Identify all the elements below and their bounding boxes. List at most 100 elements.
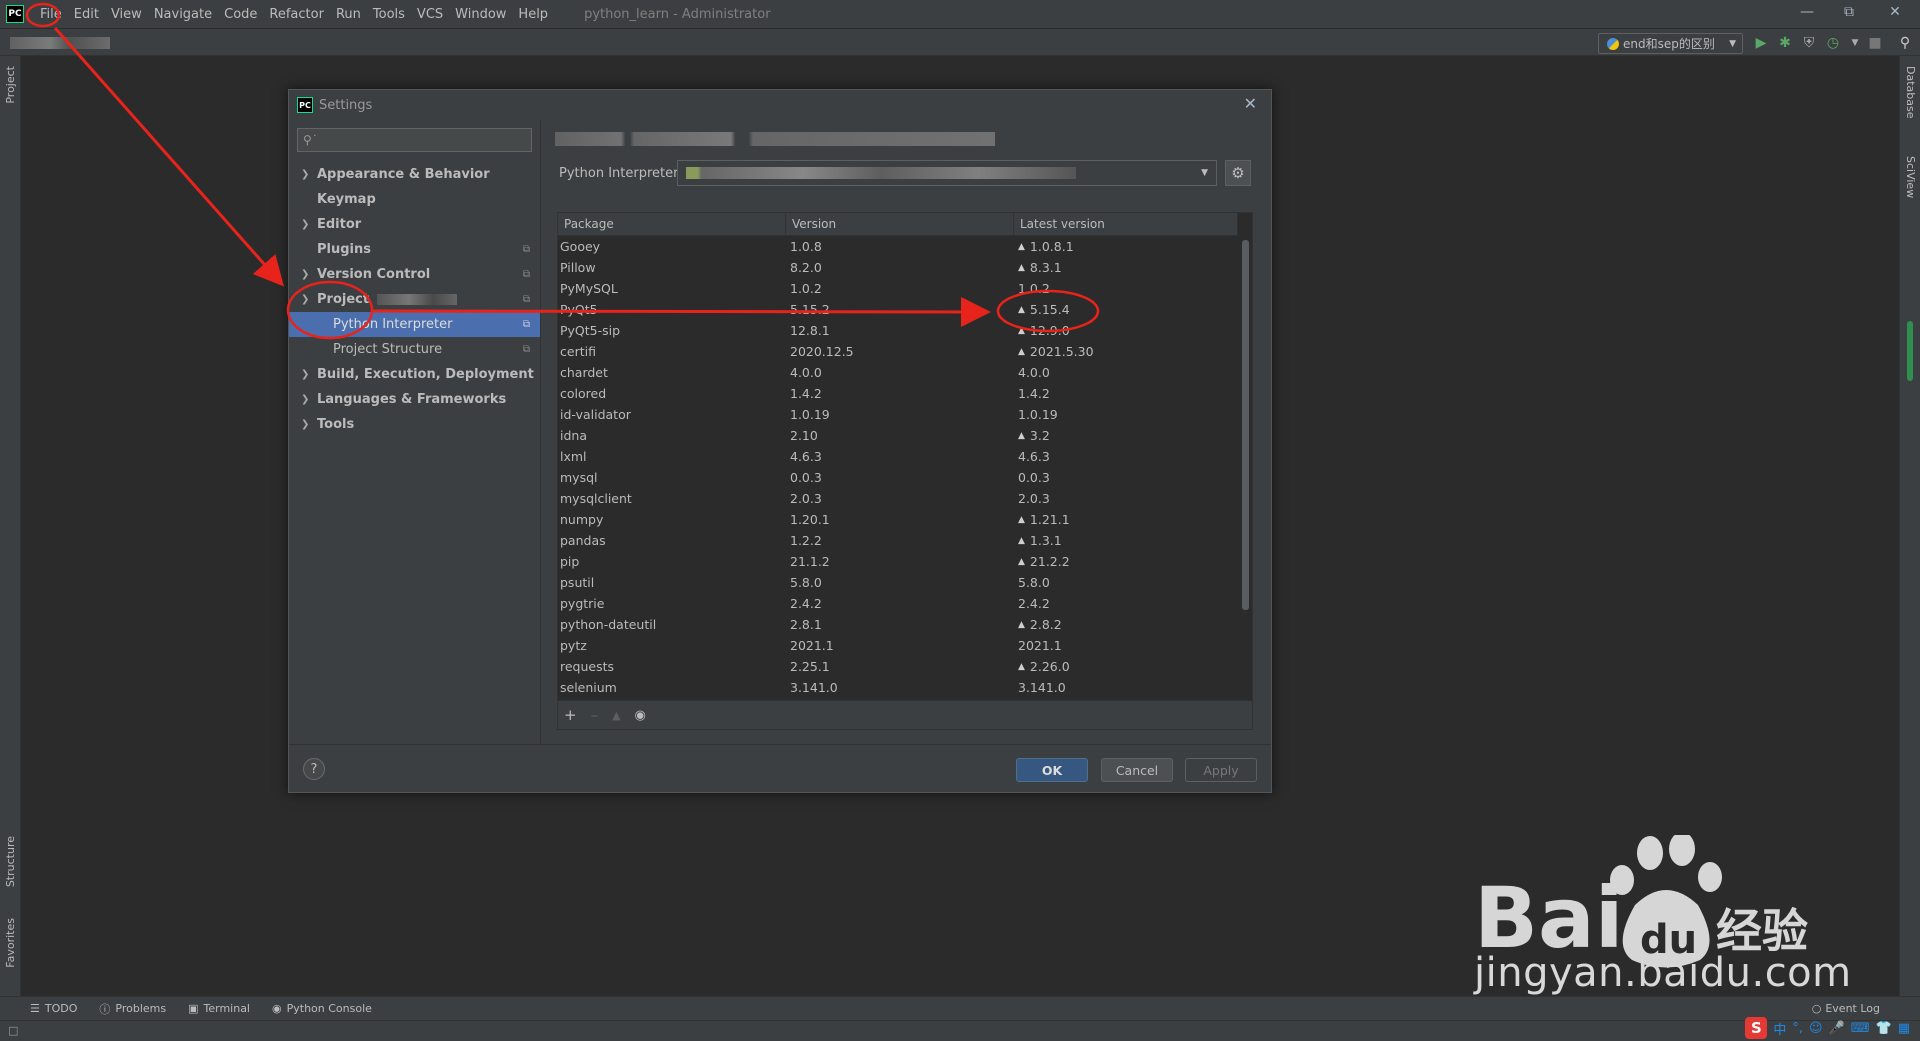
table-row[interactable]: mysqlclient 2.0.3 2.0.3 <box>558 488 1238 509</box>
menu-file[interactable]: File <box>34 7 68 22</box>
tree-item-build[interactable]: ❯ Build, Execution, Deployment <box>289 362 540 387</box>
debug-icon[interactable]: ✱ <box>1776 34 1794 52</box>
tree-item-editor[interactable]: ❯ Editor <box>289 212 540 237</box>
scrollbar-thumb[interactable] <box>1242 240 1249 610</box>
table-row[interactable]: pytz 2021.1 2021.1 <box>558 635 1238 656</box>
table-row[interactable]: pygtrie 2.4.2 2.4.2 <box>558 593 1238 614</box>
table-row[interactable]: pandas 1.2.2 ▲ 1.3.1 <box>558 530 1238 551</box>
tree-item-languages[interactable]: ❯ Languages & Frameworks <box>289 387 540 412</box>
table-row[interactable]: selenium 3.141.0 3.141.0 <box>558 677 1238 698</box>
tool-tab-todo[interactable]: ☰ TODO <box>30 1002 77 1015</box>
punctuation-icon[interactable]: °, <box>1792 1021 1803 1036</box>
tree-item-project[interactable]: ❯ Project ⧉ <box>289 287 540 312</box>
tree-item-plugins[interactable]: Plugins ⧉ <box>289 237 540 262</box>
table-row[interactable]: numpy 1.20.1 ▲ 1.21.1 <box>558 509 1238 530</box>
column-header-latest[interactable]: Latest version <box>1014 213 1238 235</box>
minimize-icon[interactable]: — <box>1792 4 1822 20</box>
package-version-cell: 2.4.2 <box>790 596 822 611</box>
package-latest-cell: 1.4.2 <box>1014 383 1238 404</box>
package-version-cell: 1.4.2 <box>790 386 822 401</box>
settings-search-input[interactable]: ⚲˙ <box>297 128 532 152</box>
tree-item-keymap[interactable]: Keymap <box>289 187 540 212</box>
table-row[interactable]: chardet 4.0.0 4.0.0 <box>558 362 1238 383</box>
keyboard-icon[interactable]: ⌨ <box>1851 1021 1870 1036</box>
menu-vcs[interactable]: VCS <box>411 7 449 22</box>
table-row[interactable]: Gooey 1.0.8 ▲ 1.0.8.1 <box>558 236 1238 257</box>
toolbox-icon[interactable]: ▦ <box>1898 1021 1910 1036</box>
tool-tab-sciview[interactable]: SciView <box>1904 156 1917 198</box>
tool-tab-problems[interactable]: ⓘ Problems <box>99 1001 166 1017</box>
interpreter-select[interactable]: ▼ <box>677 160 1217 186</box>
watermark-url: jingyan.baidu.com <box>1474 950 1852 996</box>
column-header-version[interactable]: Version <box>786 213 1014 235</box>
skin-icon[interactable]: 👕 <box>1876 1021 1892 1036</box>
dialog-title-bar[interactable]: PC Settings ✕ <box>289 90 1271 120</box>
table-row[interactable]: psutil 5.8.0 5.8.0 <box>558 572 1238 593</box>
remove-package-icon[interactable]: – <box>591 706 599 724</box>
table-row[interactable]: colored 1.4.2 1.4.2 <box>558 383 1238 404</box>
cancel-button[interactable]: Cancel <box>1101 758 1173 782</box>
menu-tools[interactable]: Tools <box>367 7 411 22</box>
close-icon[interactable]: ✕ <box>1244 94 1257 113</box>
column-header-package[interactable]: Package <box>558 213 786 235</box>
menu-help[interactable]: Help <box>512 7 554 22</box>
stop-icon[interactable]: ■ <box>1866 34 1884 52</box>
tool-tab-favorites[interactable]: Favorites <box>4 918 17 968</box>
table-row[interactable]: mysql 0.0.3 0.0.3 <box>558 467 1238 488</box>
table-row[interactable]: PyQt5 5.15.2 ▲ 5.15.4 <box>558 299 1238 320</box>
menu-window[interactable]: Window <box>449 7 512 22</box>
tree-item-tools[interactable]: ❯ Tools <box>289 412 540 437</box>
table-row[interactable]: id-validator 1.0.19 1.0.19 <box>558 404 1238 425</box>
coverage-icon[interactable]: ⛨ <box>1800 34 1818 52</box>
table-row[interactable]: Pillow 8.2.0 ▲ 8.3.1 <box>558 257 1238 278</box>
table-row[interactable]: pip 21.1.2 ▲ 21.2.2 <box>558 551 1238 572</box>
tree-item-version-control[interactable]: ❯ Version Control ⧉ <box>289 262 540 287</box>
tool-tab-python-console[interactable]: ◉ Python Console <box>272 1002 372 1015</box>
menu-run[interactable]: Run <box>330 7 367 22</box>
table-row[interactable]: requests 2.25.1 ▲ 2.26.0 <box>558 656 1238 677</box>
tree-item-appearance[interactable]: ❯ Appearance & Behavior <box>289 162 540 187</box>
tree-item-project-structure[interactable]: Project Structure ⧉ <box>289 337 540 362</box>
table-row[interactable]: python-dateutil 2.8.1 ▲ 2.8.2 <box>558 614 1238 635</box>
profile-icon[interactable]: ◷ <box>1824 34 1842 52</box>
apply-button[interactable]: Apply <box>1185 758 1257 782</box>
todo-label: TODO <box>44 1002 78 1015</box>
table-row[interactable]: PyMySQL 1.0.2 1.0.2 <box>558 278 1238 299</box>
tree-item-python-interpreter[interactable]: Python Interpreter ⧉ <box>289 312 540 337</box>
tool-tab-database[interactable]: Database <box>1904 66 1917 119</box>
upgrade-package-icon[interactable]: ▲ <box>612 709 620 722</box>
search-everywhere-icon[interactable]: ⚲ <box>1896 34 1914 52</box>
table-row[interactable]: PyQt5-sip 12.8.1 ▲ 12.9.0 <box>558 320 1238 341</box>
run-configuration-select[interactable]: end和sep的区别 ▼ <box>1598 33 1743 54</box>
menu-refactor[interactable]: Refactor <box>263 7 330 22</box>
navigation-breadcrumb[interactable] <box>10 37 110 49</box>
run-icon[interactable]: ▶ <box>1752 34 1770 52</box>
menu-view[interactable]: View <box>105 7 148 22</box>
scroll-indicator[interactable] <box>1907 321 1913 381</box>
table-row[interactable]: certifi 2020.12.5 ▲ 2021.5.30 <box>558 341 1238 362</box>
close-window-icon[interactable]: ✕ <box>1880 4 1910 20</box>
restore-icon[interactable]: ⧉ <box>1834 4 1864 20</box>
emoji-icon[interactable]: ☺ <box>1809 1021 1823 1036</box>
menu-code[interactable]: Code <box>218 7 263 22</box>
help-button[interactable]: ? <box>303 758 325 780</box>
table-row[interactable]: lxml 4.6.3 4.6.3 <box>558 446 1238 467</box>
eye-icon[interactable]: ◉ <box>635 708 646 723</box>
tool-tab-project[interactable]: Project <box>4 66 17 104</box>
add-package-icon[interactable]: + <box>564 706 577 724</box>
sogou-logo-icon[interactable]: S <box>1745 1017 1768 1039</box>
more-run-options-icon[interactable]: ▼ <box>1846 34 1864 52</box>
table-row[interactable]: idna 2.10 ▲ 3.2 <box>558 425 1238 446</box>
menu-navigate[interactable]: Navigate <box>148 7 218 22</box>
microphone-icon[interactable]: 🎤 <box>1829 1021 1845 1036</box>
gear-icon[interactable]: ⚙ <box>1225 160 1251 186</box>
tool-tab-structure[interactable]: Structure <box>4 836 17 887</box>
ime-language[interactable]: 中 <box>1773 1019 1786 1038</box>
table-scrollbar[interactable] <box>1238 236 1252 700</box>
package-latest-cell: 2021.1 <box>1014 635 1238 656</box>
tool-tab-event-log[interactable]: ○ Event Log <box>1812 1002 1880 1015</box>
ok-button[interactable]: OK <box>1016 758 1088 782</box>
menu-edit[interactable]: Edit <box>68 7 105 22</box>
layout-icon[interactable]: □ <box>8 1024 18 1037</box>
tool-tab-terminal[interactable]: ▣ Terminal <box>188 1002 250 1015</box>
